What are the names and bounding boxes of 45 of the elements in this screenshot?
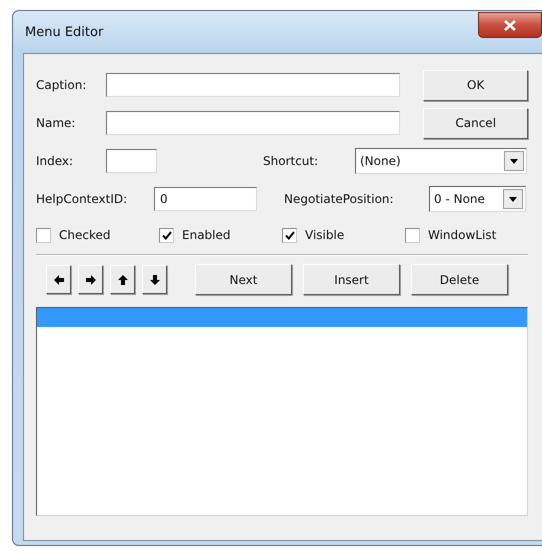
window-title: Menu Editor	[24, 24, 104, 40]
check-icon	[284, 230, 294, 240]
checkbox[interactable]	[405, 228, 420, 242]
checkbox[interactable]	[36, 228, 51, 242]
right-arrow-icon	[86, 274, 96, 284]
checkbox-label: Checked	[59, 228, 110, 242]
dropdown-value: 0 - None	[434, 192, 485, 206]
move-right-button[interactable]	[78, 265, 103, 294]
ok-button[interactable]: OK	[423, 70, 528, 100]
help-context-id-field[interactable]: 0	[154, 187, 257, 211]
check-icon	[162, 230, 172, 240]
close-icon	[504, 20, 516, 30]
action-button[interactable]: Insert	[303, 264, 400, 295]
field-label: NegotiatePosition:	[284, 192, 395, 206]
field-label: Caption:	[36, 78, 88, 92]
move-up-button[interactable]	[110, 265, 135, 294]
checkbox-label: Visible	[305, 228, 344, 242]
index-field[interactable]	[106, 149, 157, 173]
cancel-button[interactable]: Cancel	[423, 108, 528, 138]
dropdown-value: (None)	[360, 154, 401, 168]
checkbox[interactable]	[159, 228, 174, 242]
field-label: Shortcut:	[263, 154, 320, 168]
left-arrow-icon	[54, 274, 64, 284]
field-label: Name:	[36, 116, 76, 130]
field-label: Index:	[36, 154, 74, 168]
action-button[interactable]: Next	[195, 264, 292, 295]
field-label: HelpContextID:	[36, 192, 128, 206]
negotiate-position-dropdown[interactable]: 0 - None	[429, 186, 526, 212]
caret-icon	[510, 158, 518, 164]
menu-list[interactable]	[36, 307, 528, 516]
action-button[interactable]: Delete	[411, 264, 508, 295]
caret-icon	[509, 196, 517, 202]
down-arrow-icon	[150, 274, 160, 284]
checkbox-label: Enabled	[182, 228, 230, 242]
dropdown-button[interactable]	[504, 151, 524, 171]
caption-field[interactable]	[106, 73, 400, 97]
checkbox[interactable]	[282, 228, 297, 242]
move-left-button[interactable]	[46, 265, 71, 294]
shortcut-dropdown[interactable]: (None)	[355, 148, 527, 174]
name-field[interactable]	[106, 111, 400, 135]
move-down-button[interactable]	[142, 265, 167, 294]
close-button[interactable]	[478, 12, 542, 38]
dropdown-button[interactable]	[503, 189, 523, 209]
up-arrow-icon	[118, 274, 128, 284]
checkbox-label: WindowList	[428, 228, 496, 242]
